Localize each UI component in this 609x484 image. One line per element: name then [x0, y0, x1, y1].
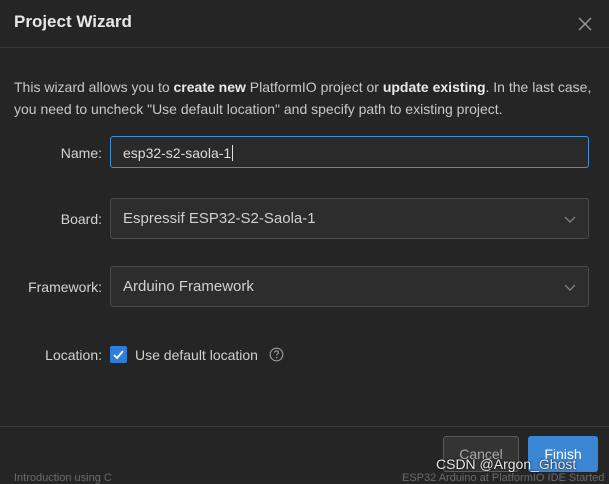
dialog-title: Project Wizard [14, 12, 132, 31]
intro-text: This wizard allows you to create new Pla… [14, 79, 592, 117]
project-wizard-dialog: Project Wizard This wizard allows you to… [0, 0, 609, 484]
location-label: Location: [45, 347, 102, 363]
chevron-down-icon [564, 216, 576, 223]
background-text-right: ESP32 Arduino at PlatformIO IDE Started [402, 472, 605, 484]
chevron-down-icon [564, 284, 576, 291]
board-label: Board: [60, 211, 102, 227]
check-icon [113, 350, 124, 360]
background-text-left: Introduction using C [14, 472, 112, 484]
help-circle-icon[interactable] [269, 347, 284, 362]
name-input-value: esp32-s2-saola-1 [123, 145, 232, 161]
use-default-location-checkbox[interactable] [110, 346, 127, 363]
name-label: Name: [60, 145, 102, 161]
framework-label: Framework: [28, 279, 102, 295]
use-default-location-label[interactable]: Use default location [135, 347, 258, 363]
close-icon [578, 17, 592, 31]
close-button[interactable] [572, 12, 598, 36]
framework-select-value: Arduino Framework [123, 278, 254, 295]
text-caret [232, 145, 234, 161]
watermark-text: CSDN @Argon_Ghost [436, 456, 577, 472]
board-select-value: Espressif ESP32-S2-Saola-1 [123, 210, 316, 227]
dialog-titlebar: Project Wizard [0, 0, 609, 48]
board-select[interactable]: Espressif ESP32-S2-Saola-1 [110, 198, 589, 239]
framework-select[interactable]: Arduino Framework [110, 266, 589, 307]
name-input[interactable]: esp32-s2-saola-1 [110, 136, 589, 168]
